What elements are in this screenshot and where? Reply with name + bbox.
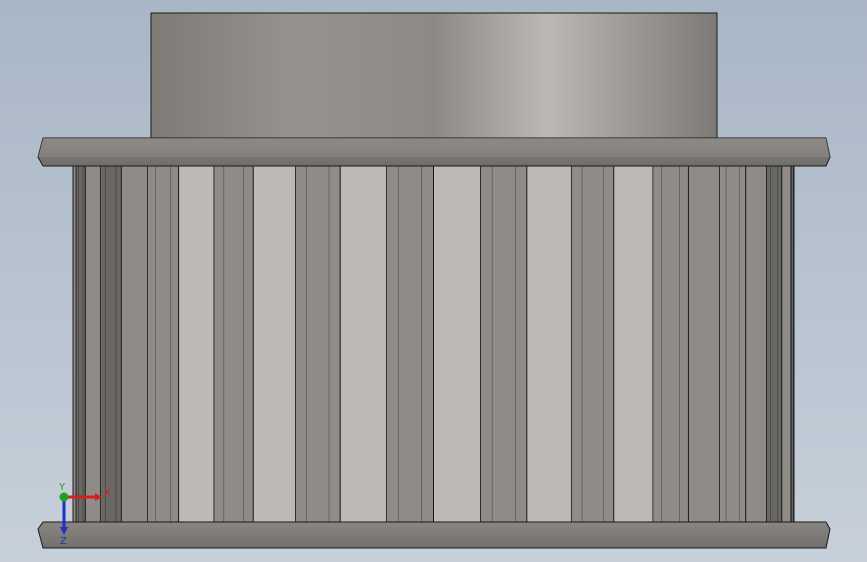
tooth-groove (386, 166, 434, 522)
triad-y-label: Y (58, 482, 66, 493)
tooth-face (85, 166, 101, 522)
model-view[interactable]: X Y Z (0, 0, 867, 562)
tooth-face (340, 166, 387, 522)
tooth-face (688, 166, 720, 522)
pulley-hub (150, 12, 718, 139)
tooth-face (745, 166, 767, 522)
tooth-groove (480, 166, 527, 522)
tooth-groove (100, 166, 122, 522)
tooth-face (121, 166, 148, 522)
tooth-face (433, 166, 481, 522)
tooth-groove (652, 166, 689, 522)
pulley-teeth (72, 165, 795, 523)
triad-y-axis-dot (59, 492, 69, 502)
tooth-groove (214, 166, 254, 522)
tooth-groove (147, 166, 179, 522)
triad-z-label: Z (60, 536, 67, 547)
tooth-groove (295, 166, 341, 522)
tooth-face (526, 166, 572, 522)
triad-x-label: X (104, 488, 111, 499)
graphics-viewport[interactable]: X Y Z (0, 0, 867, 562)
bottom-flange (37, 521, 831, 549)
tooth-groove (76, 166, 86, 522)
tooth-face (253, 166, 296, 522)
tooth-face (781, 166, 791, 522)
tooth-groove (719, 166, 746, 522)
tooth-groove (571, 166, 614, 522)
tooth-groove (766, 166, 782, 522)
tooth-face (178, 166, 215, 522)
tooth-face (613, 166, 653, 522)
top-flange-face (38, 138, 830, 157)
